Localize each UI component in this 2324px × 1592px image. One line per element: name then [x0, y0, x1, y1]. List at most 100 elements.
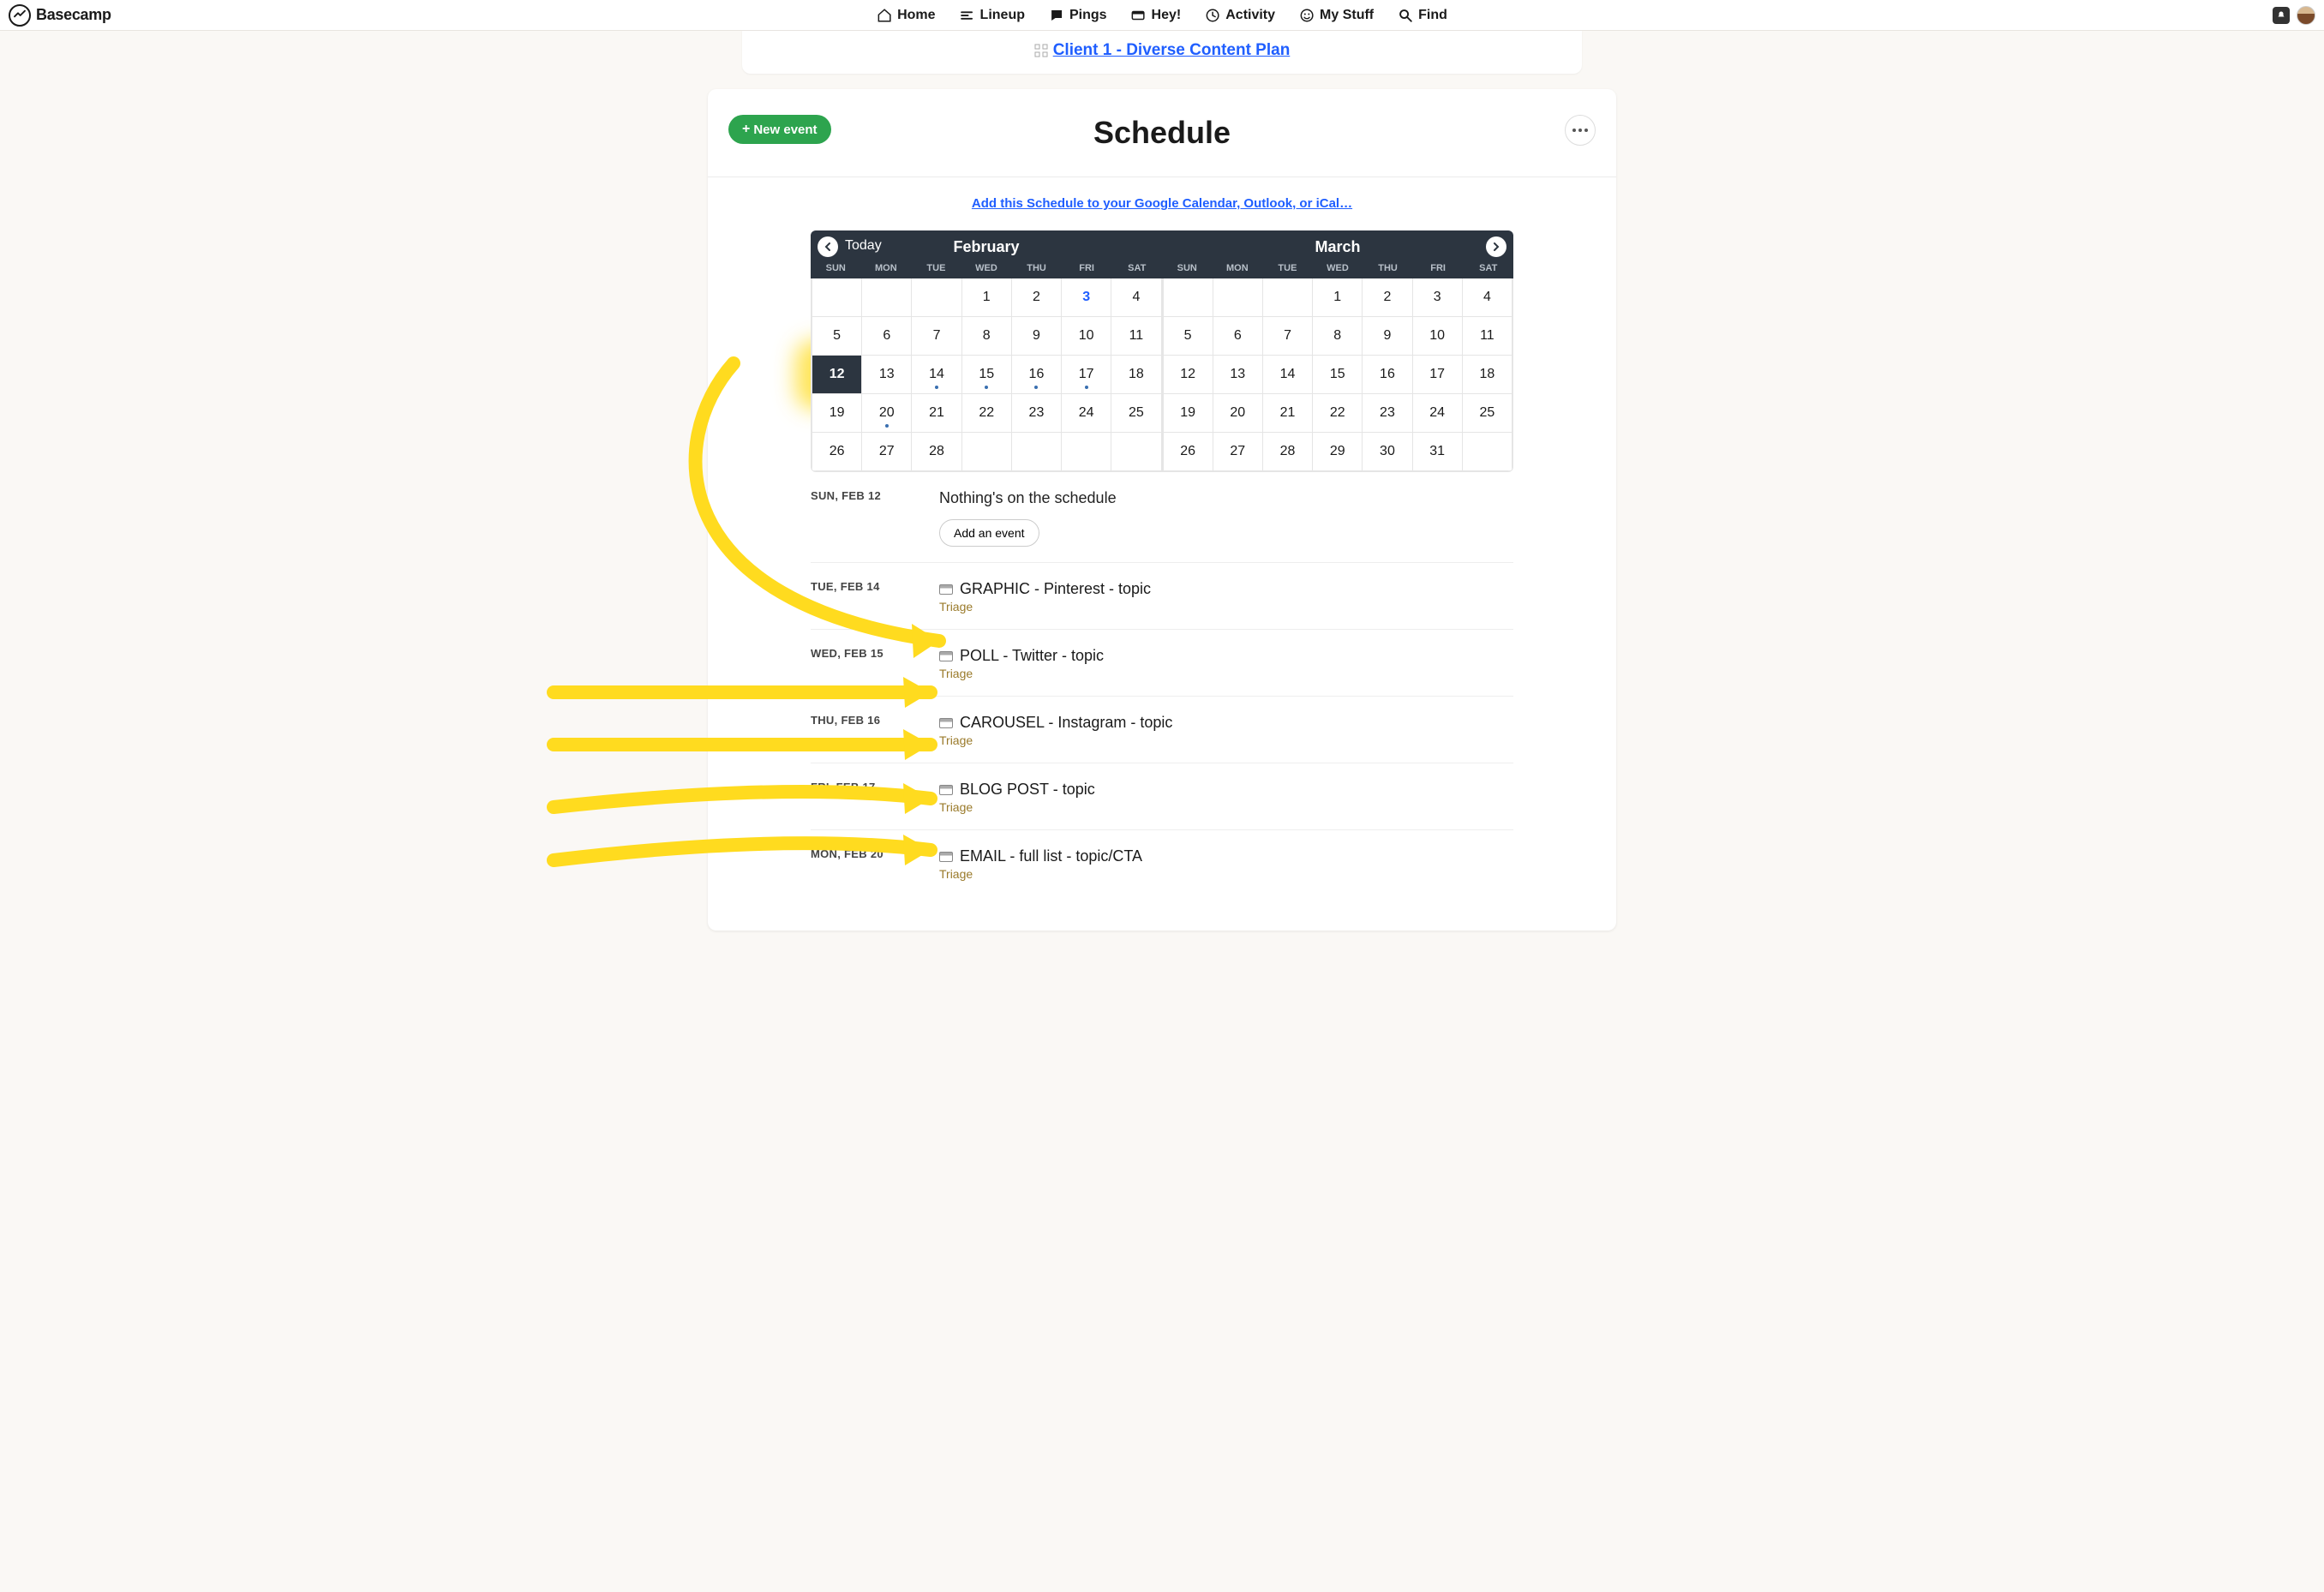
calendar-day[interactable]: 17	[1062, 356, 1111, 394]
nav-find[interactable]: Find	[1398, 8, 1447, 23]
calendar-day[interactable]: 22	[1313, 394, 1363, 433]
calendar-day[interactable]: 25	[1463, 394, 1512, 433]
calendar-day[interactable]: 26	[812, 433, 862, 471]
calendar-day[interactable]: 28	[1263, 433, 1313, 471]
calendar-day[interactable]: 16	[1363, 356, 1412, 394]
calendar-day[interactable]: 5	[812, 317, 862, 356]
calendar-day[interactable]: 11	[1463, 317, 1512, 356]
calendar-day[interactable]: 24	[1413, 394, 1463, 433]
chevron-right-icon	[1492, 242, 1500, 251]
calendar-day[interactable]: 20	[1213, 394, 1263, 433]
nav-pings[interactable]: Pings	[1049, 8, 1107, 23]
agenda-item[interactable]: POLL - Twitter - topic	[939, 647, 1513, 665]
calendar-day[interactable]: 14	[912, 356, 961, 394]
calendar-grid-1: 1234567891011121314151617181920212223242…	[812, 278, 1162, 471]
calendar-day[interactable]: 6	[862, 317, 912, 356]
calendar-day[interactable]: 4	[1111, 278, 1161, 317]
agenda-item-tag[interactable]: Triage	[939, 667, 1513, 680]
calendar-day[interactable]: 25	[1111, 394, 1161, 433]
calendar-day[interactable]: 5	[1164, 317, 1213, 356]
calendar-day[interactable]: 7	[1263, 317, 1313, 356]
agenda-item[interactable]: EMAIL - full list - topic/CTA	[939, 847, 1513, 865]
agenda-item-tag[interactable]: Triage	[939, 733, 1513, 747]
month-label-1: February	[953, 238, 1019, 256]
dow-label: FRI	[1062, 263, 1112, 278]
calendar-day[interactable]: 2	[1012, 278, 1062, 317]
calendar-day[interactable]: 23	[1363, 394, 1412, 433]
calendar-day[interactable]: 15	[962, 356, 1012, 394]
calendar-day[interactable]: 6	[1213, 317, 1263, 356]
agenda-item-tag[interactable]: Triage	[939, 800, 1513, 814]
calendar-day[interactable]: 19	[1164, 394, 1213, 433]
calendar-day[interactable]: 4	[1463, 278, 1512, 317]
calendar-day[interactable]: 29	[1313, 433, 1363, 471]
calendar-day[interactable]: 21	[912, 394, 961, 433]
calendar-next-button[interactable]	[1486, 236, 1506, 257]
agenda-item[interactable]: BLOG POST - topic	[939, 781, 1513, 799]
calendar-day[interactable]: 26	[1164, 433, 1213, 471]
calendar-day[interactable]: 13	[1213, 356, 1263, 394]
pings-icon	[1049, 8, 1064, 23]
calendar-day[interactable]: 1	[962, 278, 1012, 317]
nav-hey[interactable]: Hey!	[1131, 8, 1182, 23]
agenda-item[interactable]: CAROUSEL - Instagram - topic	[939, 714, 1513, 732]
new-event-button[interactable]: + New event	[728, 115, 831, 144]
calendar-day[interactable]: 22	[962, 394, 1012, 433]
calendar-day[interactable]: 7	[912, 317, 961, 356]
calendar-day[interactable]: 21	[1263, 394, 1313, 433]
nav-home[interactable]: Home	[877, 8, 935, 23]
calendar-day[interactable]: 12	[812, 356, 862, 394]
nav-home-label: Home	[897, 8, 935, 23]
calendar-day[interactable]: 18	[1463, 356, 1512, 394]
more-options-button[interactable]	[1565, 115, 1596, 146]
dow-label: TUE	[1262, 263, 1313, 278]
dow-label: SUN	[1162, 263, 1213, 278]
avatar[interactable]	[2297, 6, 2315, 25]
calendar-day[interactable]: 8	[1313, 317, 1363, 356]
calendar-day[interactable]: 14	[1263, 356, 1313, 394]
calendar-day[interactable]: 10	[1062, 317, 1111, 356]
event-dot-icon	[985, 386, 988, 389]
calendar-day[interactable]: 27	[862, 433, 912, 471]
calendar-day[interactable]: 10	[1413, 317, 1463, 356]
add-event-button[interactable]: Add an event	[939, 519, 1039, 547]
calendar-grid-2: 1234567891011121314151617181920212223242…	[1163, 278, 1513, 471]
dow-row-2: SUNMONTUEWEDTHUFRISAT	[1162, 263, 1513, 278]
calendar-day[interactable]: 19	[812, 394, 862, 433]
nav-right	[2273, 6, 2315, 25]
brand[interactable]: Basecamp	[9, 4, 111, 27]
calendar-day[interactable]: 1	[1313, 278, 1363, 317]
calendar-day[interactable]: 31	[1413, 433, 1463, 471]
calendar-day[interactable]: 3	[1062, 278, 1111, 317]
calendar-day[interactable]: 13	[862, 356, 912, 394]
breadcrumb-link[interactable]: Client 1 - Diverse Content Plan	[1034, 41, 1291, 60]
calendar-day[interactable]: 12	[1164, 356, 1213, 394]
calendar-day[interactable]: 3	[1413, 278, 1463, 317]
calendar-day[interactable]: 8	[962, 317, 1012, 356]
calendar-day[interactable]: 17	[1413, 356, 1463, 394]
agenda-item-tag[interactable]: Triage	[939, 600, 1513, 613]
agenda-item[interactable]: GRAPHIC - Pinterest - topic	[939, 580, 1513, 598]
nav-lineup[interactable]: Lineup	[960, 8, 1025, 23]
nav-activity[interactable]: Activity	[1205, 8, 1275, 23]
calendar-day[interactable]: 23	[1012, 394, 1062, 433]
calendar-day[interactable]: 2	[1363, 278, 1412, 317]
calendar-day[interactable]: 24	[1062, 394, 1111, 433]
calendar-body: 1234567891011121314151617181920212223242…	[811, 278, 1513, 472]
calendar-day[interactable]: 16	[1012, 356, 1062, 394]
calendar-day[interactable]: 28	[912, 433, 961, 471]
calendar-day[interactable]: 9	[1363, 317, 1412, 356]
calendar-day[interactable]: 30	[1363, 433, 1412, 471]
calendar-day[interactable]: 20	[862, 394, 912, 433]
calendar-day[interactable]: 18	[1111, 356, 1161, 394]
sync-link[interactable]: Add this Schedule to your Google Calenda…	[972, 196, 1352, 211]
notifications-button[interactable]	[2273, 7, 2290, 24]
calendar-prev-button[interactable]	[818, 236, 838, 257]
agenda-item-tag[interactable]: Triage	[939, 867, 1513, 881]
calendar-day[interactable]: 11	[1111, 317, 1161, 356]
nav-mystuff[interactable]: My Stuff	[1299, 8, 1374, 23]
calendar-day[interactable]: 15	[1313, 356, 1363, 394]
today-link[interactable]: Today	[845, 238, 882, 254]
calendar-day[interactable]: 9	[1012, 317, 1062, 356]
calendar-day[interactable]: 27	[1213, 433, 1263, 471]
